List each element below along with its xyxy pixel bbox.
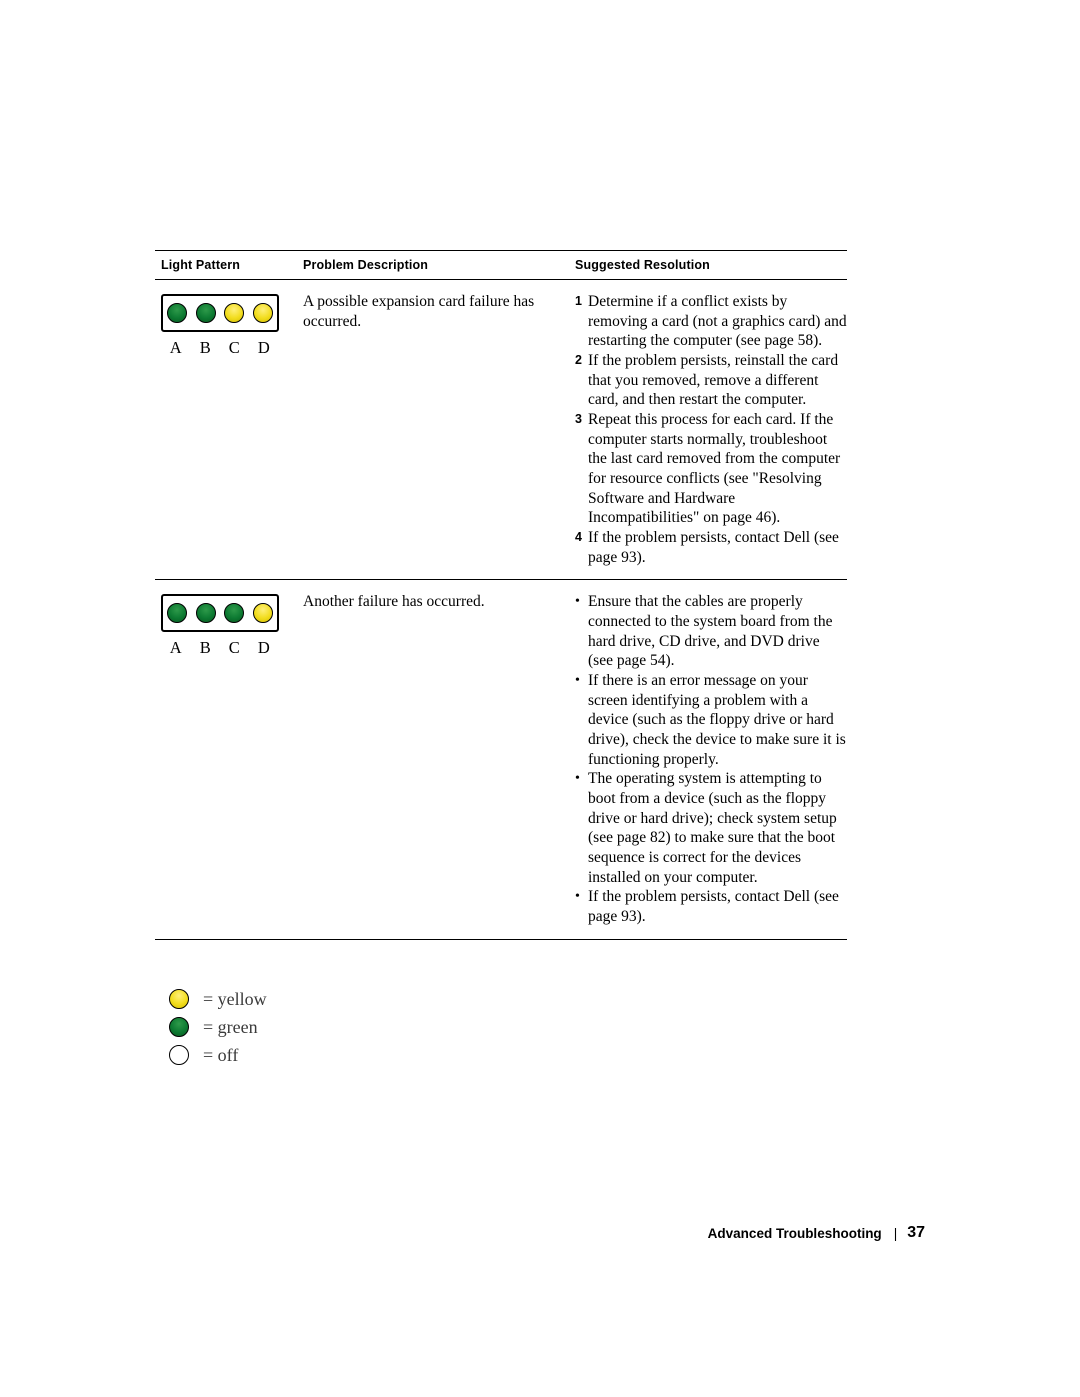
led-b-green-icon bbox=[195, 603, 216, 624]
table-header-row: Light Pattern Problem Description Sugges… bbox=[155, 250, 847, 280]
legend-label: = yellow bbox=[203, 988, 267, 1009]
table-row: A B C D Another failure has occurred. • … bbox=[155, 580, 847, 940]
resolution-step: 1 Determine if a conflict exists by remo… bbox=[575, 292, 847, 351]
problem-description-cell: A possible expansion card failure has oc… bbox=[303, 293, 535, 330]
step-number: 3 bbox=[575, 412, 582, 427]
suggested-resolution-cell: 1 Determine if a conflict exists by remo… bbox=[575, 280, 847, 579]
led-d-yellow-icon bbox=[252, 603, 273, 624]
resolution-step: • If the problem persists, contact Dell … bbox=[575, 887, 847, 926]
led-label-a: A bbox=[169, 338, 183, 357]
step-number: 1 bbox=[575, 294, 582, 308]
step-text: The operating system is attempting to bo… bbox=[588, 770, 837, 886]
light-color-legend: = yellow = green = off bbox=[155, 985, 455, 1069]
led-a-green-icon bbox=[167, 603, 188, 624]
led-label-d: D bbox=[257, 338, 271, 357]
header-light-pattern: Light Pattern bbox=[161, 258, 241, 272]
header-suggested-resolution: Suggested Resolution bbox=[575, 258, 710, 272]
led-label-c: C bbox=[228, 638, 241, 658]
led-label-c: C bbox=[228, 338, 241, 357]
resolution-step: 3 Repeat this process for each card. If … bbox=[575, 410, 847, 528]
bullet-icon: • bbox=[575, 771, 580, 787]
page-footer: Advanced Troubleshooting | 37 bbox=[708, 1224, 925, 1242]
led-label-b: B bbox=[199, 638, 212, 658]
resolution-step: 2 If the problem persists, reinstall the… bbox=[575, 351, 847, 410]
resolution-step: 4 If the problem persists, contact Dell … bbox=[575, 528, 847, 567]
footer-section-title: Advanced Troubleshooting bbox=[707, 1225, 882, 1241]
led-letter-labels: A B C D bbox=[161, 338, 279, 358]
led-label-d: D bbox=[257, 638, 271, 658]
step-text: If the problem persists, reinstall the c… bbox=[588, 352, 839, 409]
bullet-icon: • bbox=[575, 673, 580, 689]
suggested-resolution-cell: • Ensure that the cables are properly co… bbox=[575, 580, 847, 938]
led-letter-labels: A B C D bbox=[161, 638, 279, 658]
light-pattern-cell: A B C D bbox=[155, 280, 303, 579]
legend-label: = green bbox=[203, 1016, 258, 1037]
led-label-a: A bbox=[169, 638, 183, 658]
table-row: A B C D A possible expansion card failur… bbox=[155, 280, 847, 581]
footer-page-number: 37 bbox=[907, 1224, 925, 1241]
step-text: If the problem persists, contact Dell (s… bbox=[588, 888, 839, 926]
resolution-step: • Ensure that the cables are properly co… bbox=[575, 592, 847, 671]
legend-label: = off bbox=[203, 1044, 239, 1065]
diagnostic-lights-diagram bbox=[161, 594, 279, 633]
led-d-yellow-icon bbox=[252, 303, 273, 323]
step-text: Determine if a conflict exists by removi… bbox=[588, 293, 847, 350]
step-text: If there is an error message on your scr… bbox=[588, 672, 846, 768]
step-text: If the problem persists, contact Dell (s… bbox=[588, 529, 839, 566]
led-c-green-icon bbox=[224, 603, 245, 624]
legend-item: = yellow bbox=[155, 985, 455, 1013]
step-number: 4 bbox=[575, 530, 582, 545]
bullet-icon: • bbox=[575, 889, 580, 905]
led-c-yellow-icon bbox=[224, 303, 245, 323]
step-text: Ensure that the cables are properly conn… bbox=[588, 593, 833, 670]
resolution-step: • The operating system is attempting to … bbox=[575, 769, 847, 887]
led-label-b: B bbox=[199, 338, 212, 357]
light-pattern-cell: A B C D bbox=[155, 580, 303, 938]
footer-separator: | bbox=[893, 1225, 898, 1241]
document-page: Light Pattern Problem Description Sugges… bbox=[0, 0, 1080, 1397]
header-problem-description: Problem Description bbox=[303, 258, 429, 272]
legend-item: = off bbox=[155, 1041, 455, 1069]
legend-off-led-icon bbox=[169, 1045, 189, 1065]
resolution-step: • If there is an error message on your s… bbox=[575, 671, 847, 769]
legend-green-led-icon bbox=[169, 1017, 189, 1037]
problem-description-cell: Another failure has occurred. bbox=[303, 593, 485, 611]
led-a-green-icon bbox=[167, 303, 188, 323]
legend-item: = green bbox=[155, 1013, 455, 1041]
legend-yellow-led-icon bbox=[169, 989, 189, 1009]
diagnostic-lights-diagram bbox=[161, 294, 279, 332]
bullet-icon: • bbox=[575, 594, 580, 610]
led-b-green-icon bbox=[195, 303, 216, 323]
light-pattern-table: Light Pattern Problem Description Sugges… bbox=[155, 250, 847, 940]
step-text: Repeat this process for each card. If th… bbox=[588, 411, 841, 527]
step-number: 2 bbox=[575, 353, 582, 368]
